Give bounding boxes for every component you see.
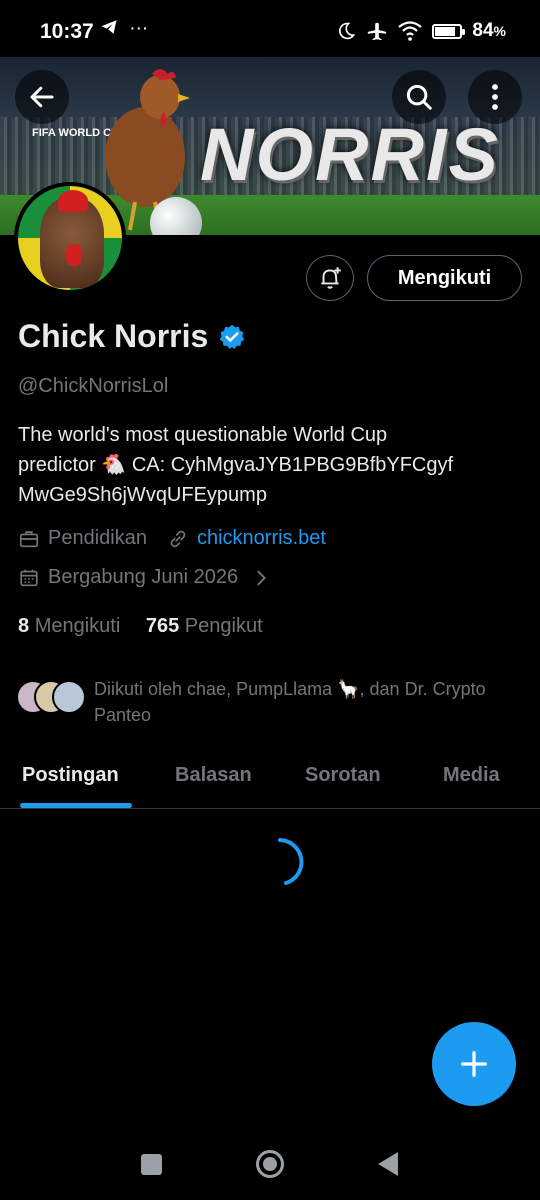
calendar-icon <box>20 569 38 586</box>
following-count-link[interactable]: 8 Mengikuti <box>18 615 120 637</box>
search-icon <box>406 84 432 110</box>
display-name: Chick Norris <box>18 318 209 354</box>
more-dots-icon: ··· <box>129 18 149 39</box>
briefcase-icon <box>19 530 39 547</box>
following-count: 8 <box>18 615 30 637</box>
profile-joined-date: Bergabung Juni 2026 <box>48 566 239 588</box>
profile-name-row: Chick Norris <box>18 318 246 355</box>
wifi-icon <box>398 21 423 41</box>
bio-line: MwGe9Sh6jWvqUFEypump <box>18 484 267 506</box>
following-button[interactable]: Mengikuti <box>367 255 522 301</box>
arrow-left-icon <box>30 86 54 108</box>
more-options-button[interactable] <box>468 70 522 124</box>
verified-badge-icon[interactable] <box>218 323 246 351</box>
loading-spinner-icon <box>278 838 304 885</box>
system-navigation-bar <box>0 1130 540 1200</box>
profile-joined-row[interactable]: Bergabung Juni 2026 <box>18 566 272 589</box>
home-button[interactable] <box>256 1150 284 1178</box>
mutual-avatars <box>16 674 88 714</box>
telegram-icon <box>101 20 117 34</box>
plus-icon <box>461 1051 487 1077</box>
bell-plus-icon <box>321 267 341 289</box>
followers-label: Pengikut <box>184 615 263 637</box>
notifications-button[interactable] <box>306 255 354 301</box>
profile-tabs: Postingan Balasan Sorotan Media <box>0 750 540 809</box>
tab-balasan[interactable]: Balasan <box>175 764 252 787</box>
link-icon <box>170 530 186 547</box>
tab-media[interactable]: Media <box>443 764 500 787</box>
tab-sorotan[interactable]: Sorotan <box>305 764 381 787</box>
bio-line: predictor 🐔 CA: CyhMgvaJYB1PBG9BfbYFCgyf <box>18 454 454 476</box>
profile-avatar[interactable] <box>14 182 126 294</box>
recents-button[interactable] <box>141 1154 162 1175</box>
mutual-avatar <box>52 680 86 714</box>
battery-percent: 84 <box>472 20 494 41</box>
compose-post-button[interactable] <box>432 1022 516 1106</box>
search-button[interactable] <box>392 70 446 124</box>
follow-counts: 8 Mengikuti 765 Pengikut <box>18 615 263 638</box>
profile-handle: @ChickNorrisLol <box>18 375 169 397</box>
chevron-right-icon <box>257 570 267 585</box>
followed-by-row[interactable]: Diikuti oleh chae, PumpLlama 🦙, dan Dr. … <box>16 674 534 728</box>
profile-category: Pendidikan <box>48 527 147 549</box>
banner-wordmark: NORRIS <box>200 113 500 196</box>
more-vertical-icon <box>492 84 498 110</box>
status-left-icons: ··· <box>100 18 148 40</box>
back-button[interactable] <box>15 70 69 124</box>
profile-bio: The world's most questionable World Cup … <box>18 420 528 510</box>
avatar-comb <box>58 190 88 212</box>
profile-website-link[interactable]: chicknorris.bet <box>197 527 326 550</box>
status-bar: 10:37 ··· 84% <box>0 0 540 60</box>
avatar-wattle <box>66 244 82 266</box>
status-right-icons: 84% <box>336 20 506 42</box>
followers-count: 765 <box>145 615 180 637</box>
moon-icon <box>339 22 356 40</box>
bio-line: The world's most questionable World Cup <box>18 424 388 446</box>
followers-count-link[interactable]: 765 Pengikut <box>146 615 263 637</box>
status-time: 10:37 <box>40 20 94 43</box>
active-tab-indicator <box>20 803 132 808</box>
tab-postingan[interactable]: Postingan <box>22 764 119 787</box>
following-label: Mengikuti <box>34 615 121 637</box>
battery-percent-symbol: % <box>493 23 506 39</box>
system-back-button[interactable] <box>378 1152 398 1176</box>
airplane-icon <box>368 22 387 41</box>
followed-by-text: Diikuti oleh chae, PumpLlama 🦙, dan Dr. … <box>94 679 486 725</box>
battery-icon <box>432 23 466 39</box>
profile-meta-row: Pendidikan chicknorris.bet <box>18 527 326 550</box>
